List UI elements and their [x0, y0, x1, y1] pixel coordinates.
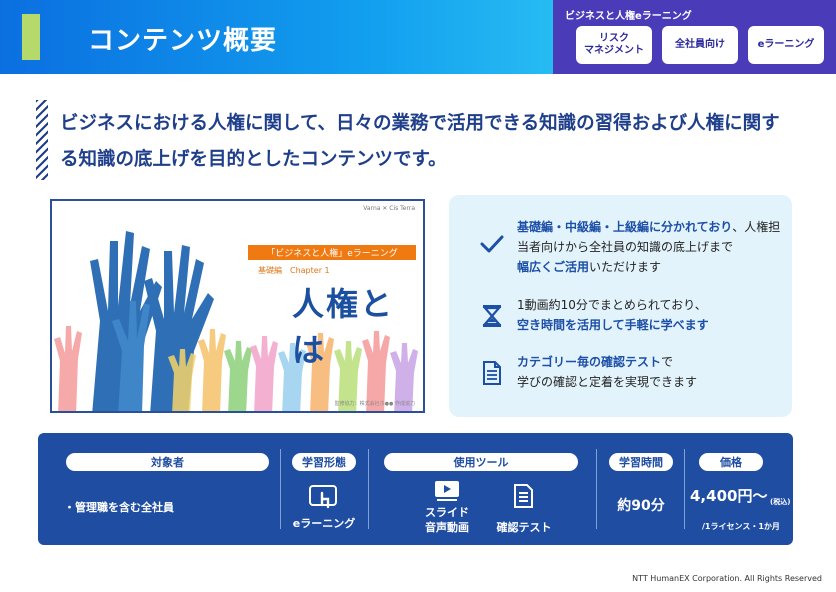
- course-info-bar: 対象者 ・管理職を含む全社員 学習形態 eラーニング 使用ツール スライド 音声…: [38, 433, 793, 545]
- page-title: コンテンツ概要: [88, 26, 278, 56]
- target-label: 対象者: [66, 453, 269, 471]
- lead-text: ビジネスにおける人権に関して、日々の業務で活用できる知識の習得および人権に関する…: [60, 113, 780, 170]
- series-label: 「ビジネスと人権」eラーニング: [248, 245, 416, 260]
- tool-slides-value: スライド 音声動画: [425, 506, 469, 534]
- feature-text: 基礎編・中級編・上級編に分かれており、人権担当者向けから全社員の知識の底上げまで…: [517, 220, 781, 274]
- copyright-footer: NTT HumanEX Corporation. All Rights Rese…: [632, 574, 822, 583]
- divider: [280, 449, 281, 529]
- format-label: 学習形態: [292, 453, 356, 471]
- tag-risk-management[interactable]: リスク マネジメント: [576, 26, 652, 64]
- tag-e-learning[interactable]: eラーニング: [748, 26, 824, 64]
- brand-logos: Varna ✕ Cis Terra: [363, 205, 415, 212]
- tag-all-employees[interactable]: 全社員向け: [662, 26, 738, 64]
- tool-test-value: 確認テスト: [496, 521, 552, 534]
- price-label: 価格: [699, 453, 763, 471]
- title-accent-bar: [22, 14, 40, 60]
- feature-text: 1動画約10分でまとめられており、 空き時間を活用して手軽に学べます: [517, 298, 709, 332]
- divider: [684, 449, 685, 529]
- checkmark-icon: [480, 235, 504, 253]
- tablet-touch-icon: [309, 485, 337, 509]
- time-value: 約90分: [617, 498, 665, 514]
- format-value: eラーニング: [292, 517, 356, 530]
- tools-label: 使用ツール: [384, 453, 578, 471]
- divider: [368, 449, 369, 529]
- course-thumbnail: Varna ✕ Cis Terra 「ビジネスと人権」eラーニング 基礎編 Ch…: [50, 199, 425, 413]
- price-tax-note: (税込): [770, 498, 791, 506]
- price-unit: /1ライセンス・1か月: [702, 522, 780, 531]
- video-slide-icon: [435, 481, 459, 501]
- hourglass-icon: [482, 305, 502, 327]
- document-icon: [483, 361, 501, 385]
- divider: [596, 449, 597, 529]
- course-tag-panel: ビジネスと人権eラーニング リスク マネジメント 全社員向け eラーニング: [553, 0, 836, 74]
- checklist-icon: [514, 484, 533, 508]
- thumbnail-credit: 監修協力：株式会社ホ●● 作成協力: [334, 401, 415, 407]
- feature-list: 基礎編・中級編・上級編に分かれており、人権担当者向けから全社員の知識の底上げまで…: [449, 195, 792, 417]
- target-value: ・管理職を含む全社員: [64, 501, 174, 514]
- course-panel-title: ビジネスと人権eラーニング: [565, 11, 692, 22]
- time-label: 学習時間: [609, 453, 673, 471]
- chapter-label: 基礎編 Chapter 1: [258, 266, 330, 275]
- slide-title: 人権とは: [292, 285, 395, 369]
- price-value: 4,400円〜: [690, 487, 768, 505]
- decorative-stripes: [36, 100, 48, 180]
- feature-text: カテゴリー毎の確認テストで 学びの確認と定着を実現できます: [517, 355, 698, 389]
